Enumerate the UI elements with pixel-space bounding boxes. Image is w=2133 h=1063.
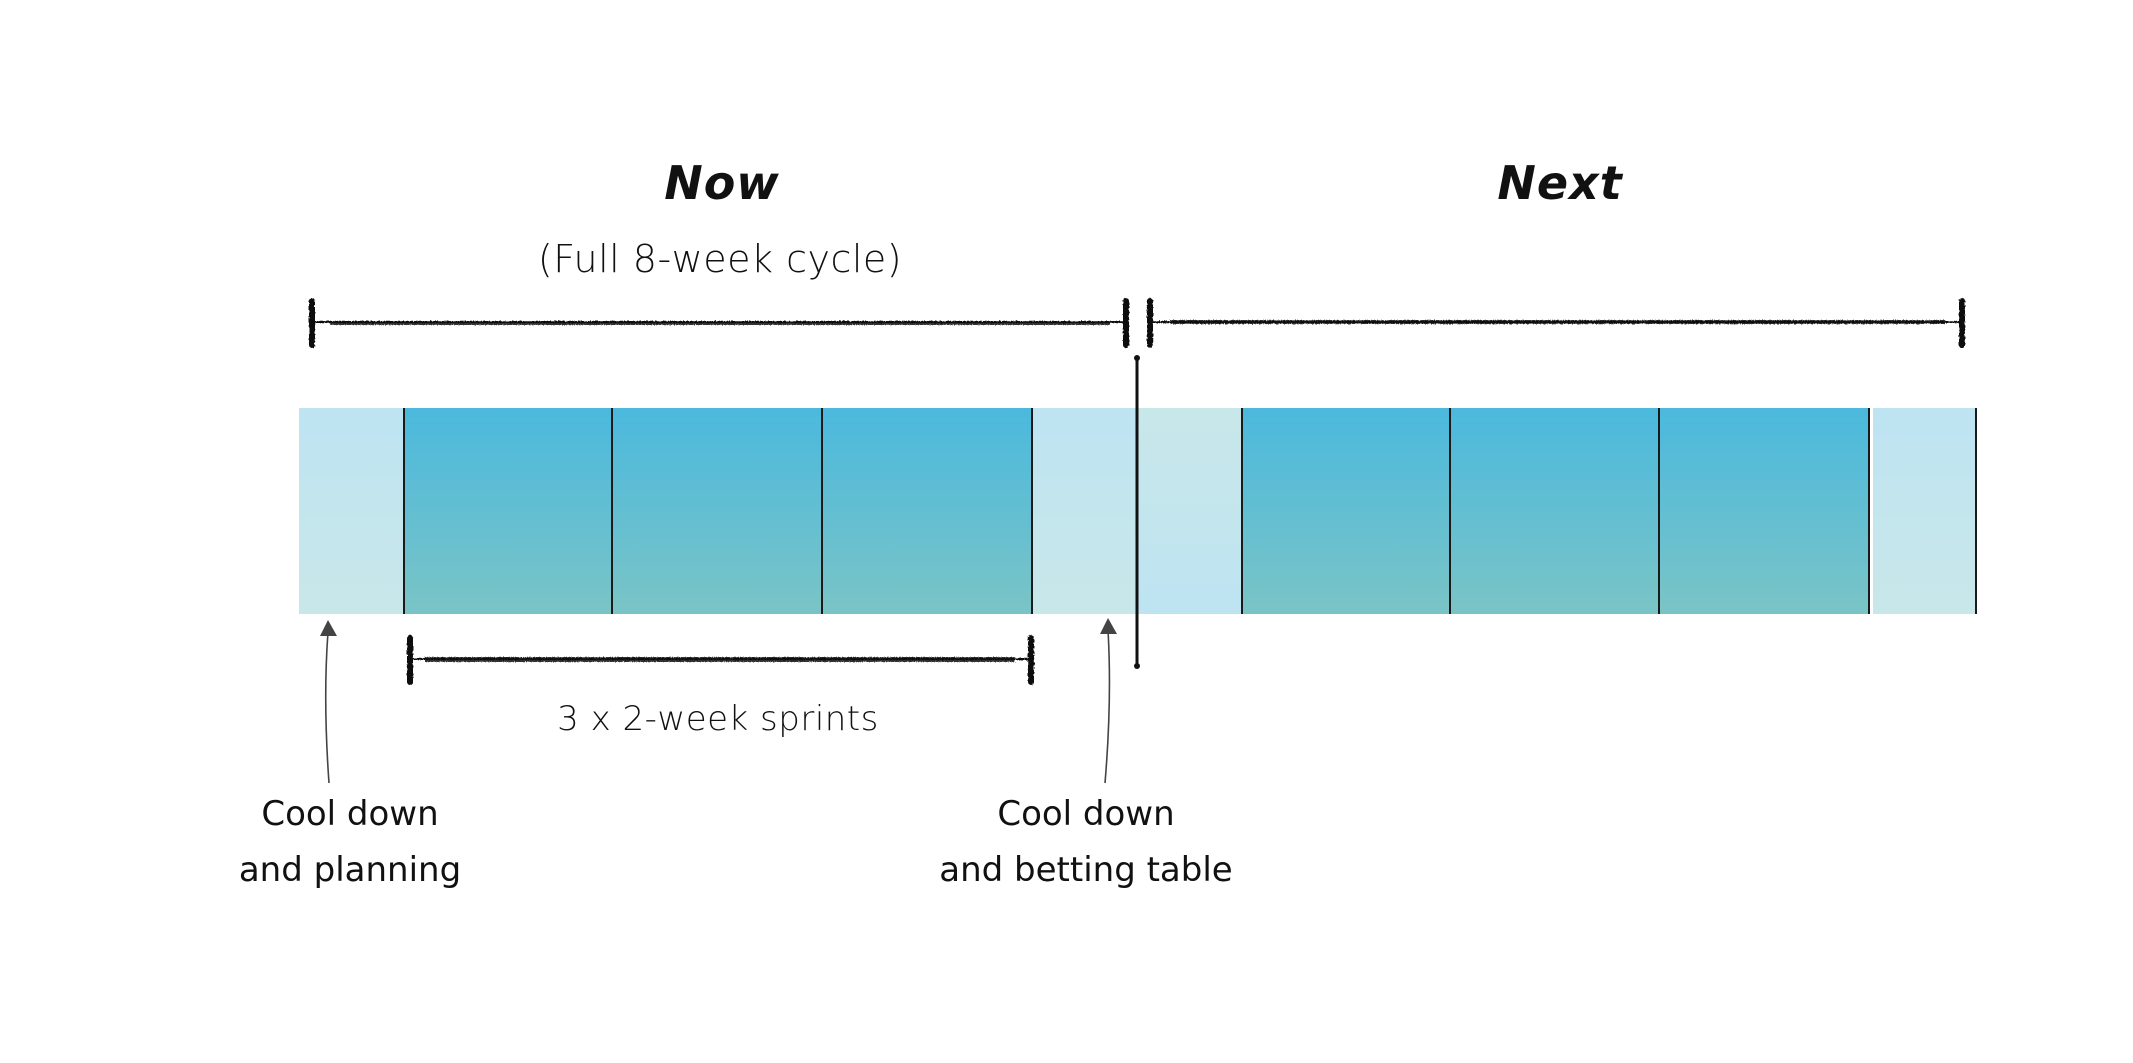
bracket-next-cycle	[1147, 298, 1965, 348]
period-subtitle-now: (Full 8-week cycle)	[537, 237, 903, 281]
segment-cooldown-next-end	[1873, 408, 1977, 614]
arrow-up-icon	[1100, 618, 1117, 784]
bracket-now-cycle	[309, 298, 1129, 348]
segment-cooldown-betting-next	[1137, 408, 1241, 614]
segment-sprint-now-2	[613, 408, 823, 614]
segment-sprint-next-3	[1660, 408, 1870, 614]
sprint-bracket-label: 3 x 2-week sprints	[557, 699, 879, 739]
annotation-line-1: Cool down	[261, 794, 439, 834]
segment-sprint-next-2	[1451, 408, 1660, 614]
segment-cooldown-planning	[299, 408, 404, 614]
period-title-now: Now	[664, 156, 780, 210]
annotation-line-1: Cool down	[997, 794, 1175, 834]
arrow-up-icon	[320, 620, 337, 784]
segment-cooldown-betting-now	[1033, 408, 1137, 614]
annotation-cooldown-planning: Cool down and planning	[239, 786, 461, 898]
annotation-line-2: and betting table	[939, 850, 1233, 890]
segment-sprint-now-1	[403, 408, 613, 614]
period-title-next: Next	[1497, 156, 1623, 210]
segment-sprint-next-1	[1241, 408, 1451, 614]
segment-sprint-now-3	[823, 408, 1033, 614]
annotation-cooldown-betting: Cool down and betting table	[939, 786, 1232, 898]
bracket-sprints	[407, 635, 1034, 685]
annotation-line-2: and planning	[238, 850, 462, 890]
